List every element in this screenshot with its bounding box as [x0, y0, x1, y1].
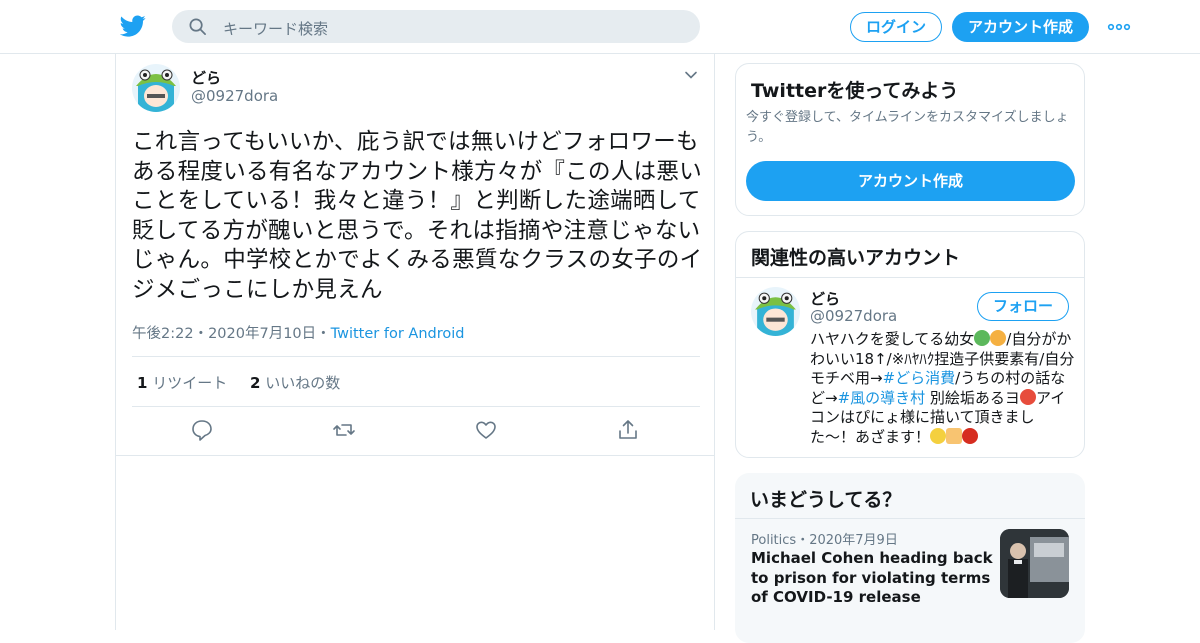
retweet-label[interactable]: リツイート	[152, 374, 227, 392]
card-subtitle: 今すぐ登録して、タイムラインをカスタマイズしましょう。	[746, 110, 1069, 145]
heart-emoji-icon	[962, 427, 979, 444]
meta-separator: ・	[316, 326, 331, 342]
divider	[736, 277, 1084, 278]
tweet-timestamp: 午後2:22・2020年7月10日・Twitter for Android	[132, 322, 464, 343]
frog-emoji-icon	[974, 330, 991, 346]
signup-prompt-card: Twitterを使ってみよう 今すぐ登録して、タイムラインをカスタマイズしましょ…	[735, 63, 1085, 216]
retweet-icon[interactable]	[332, 418, 356, 442]
divider	[132, 356, 700, 357]
like-count[interactable]: 2	[250, 374, 260, 392]
trends-card: いまどうしてる？ Politics・2020年7月9日 Michael Cohe…	[735, 473, 1085, 643]
trend-headline[interactable]: Michael Cohen heading back to prison for…	[751, 549, 993, 608]
flushed-face-emoji-icon	[990, 330, 1007, 346]
login-button[interactable]: ログイン	[850, 12, 942, 42]
avatar-illustration-icon	[751, 287, 800, 336]
news-photo-icon	[1000, 529, 1069, 598]
related-account-name[interactable]: どら	[810, 288, 840, 309]
like-label[interactable]: いいねの数	[265, 374, 340, 392]
meta-separator: ・	[796, 533, 810, 548]
share-icon[interactable]	[616, 418, 640, 442]
signup-button[interactable]: アカウント作成	[952, 12, 1089, 42]
related-account-bio: ハヤハクを愛してる幼女/自分がかわいい18↑/※ﾊﾔﾊｸ捏造子供要素有/自分モチ…	[810, 330, 1076, 447]
card-title: Twitterを使ってみよう	[751, 80, 959, 102]
trend-date: 2020年7月9日	[809, 533, 898, 548]
tweet-stats: 1 リツイート 2 いいねの数	[137, 372, 340, 393]
avatar-illustration-icon	[132, 64, 180, 112]
tweet-source-link[interactable]: Twitter for Android	[331, 326, 465, 342]
trend-meta: Politics・2020年7月9日	[751, 529, 898, 548]
tweet-time[interactable]: 午後2:22	[132, 326, 194, 342]
author-name[interactable]: どら	[191, 67, 221, 88]
meta-separator: ・	[193, 326, 209, 342]
more-dots-icon[interactable]	[1107, 18, 1131, 36]
tweet-text: これ言ってもいいか、庇う訳では無いけどフォロワーもある程度いる有名なアカウント様…	[132, 129, 703, 303]
card-title: 関連性の高いアカウント	[751, 247, 961, 269]
twitter-bird-icon[interactable]	[120, 13, 146, 39]
avatar[interactable]	[751, 287, 800, 336]
search-box[interactable]: キーワード検索	[172, 10, 700, 43]
divider	[132, 406, 700, 407]
trend-category: Politics	[751, 533, 797, 548]
card-title: いまどうしてる？	[750, 489, 902, 511]
divider	[116, 455, 714, 456]
hashtag-link[interactable]: #風の導き村	[838, 389, 926, 407]
divider	[735, 518, 1085, 519]
grinning-face-emoji-icon	[930, 427, 947, 444]
related-account-handle[interactable]: @0927dora	[810, 307, 897, 325]
retweet-count[interactable]: 1	[137, 374, 147, 392]
like-heart-icon[interactable]	[474, 418, 498, 442]
author-handle[interactable]: @0927dora	[191, 87, 278, 105]
follow-button[interactable]: フォロー	[977, 292, 1069, 321]
tweet-column: どら @0927dora これ言ってもいいか、庇う訳では無いけどフォロワーもある…	[115, 54, 715, 630]
bio-text: ハヤハクを愛してる幼女	[810, 330, 975, 348]
create-account-button[interactable]: アカウント作成	[746, 161, 1075, 201]
bio-text: 別絵垢あるヨ	[925, 388, 1020, 407]
search-icon	[189, 18, 206, 35]
lips-emoji-icon	[1019, 388, 1036, 405]
trend-thumbnail[interactable]	[1000, 529, 1069, 598]
chevron-down-icon[interactable]	[684, 68, 698, 82]
tweet-date[interactable]: 2020年7月10日	[208, 326, 316, 342]
hashtag-link[interactable]: #どら消費	[883, 369, 956, 387]
search-input[interactable]: キーワード検索	[223, 18, 328, 39]
folded-hands-emoji-icon	[946, 427, 963, 444]
avatar[interactable]	[132, 64, 180, 112]
reply-icon[interactable]	[190, 418, 214, 442]
top-navigation-bar: キーワード検索 ログイン アカウント作成	[0, 0, 1200, 54]
related-accounts-card: 関連性の高いアカウント どら @0927dora フォロー ハヤハクを愛してる幼…	[735, 231, 1085, 458]
